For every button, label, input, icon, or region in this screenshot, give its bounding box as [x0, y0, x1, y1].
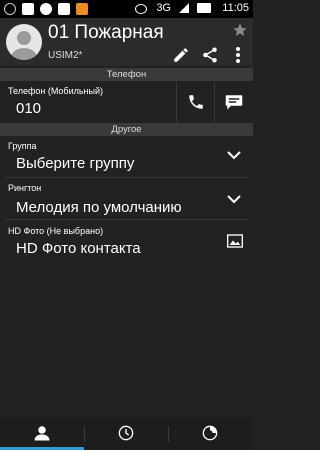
- divider: [6, 219, 247, 220]
- phone-row[interactable]: Телефон (Мобильный) 010: [0, 82, 253, 124]
- tab-contact[interactable]: [0, 418, 84, 450]
- person-icon: [11, 31, 37, 60]
- phone-icon: [189, 95, 203, 109]
- section-header-phone: Телефон: [0, 68, 253, 81]
- battery-icon: [197, 3, 211, 13]
- phone-label: Телефон (Мобильный): [8, 86, 104, 96]
- call-button[interactable]: [176, 82, 215, 122]
- network-type: 3G: [156, 2, 171, 14]
- clock: 11:05: [222, 2, 249, 14]
- phone-value: 010: [16, 100, 42, 117]
- edit-icon[interactable]: [172, 46, 190, 64]
- signal-icon: [179, 3, 189, 13]
- share-icon[interactable]: [201, 46, 219, 64]
- tab-call-history[interactable]: [85, 418, 169, 450]
- orange-app-icon: [76, 3, 88, 15]
- ringtone-value: Мелодия по умолчанию: [16, 199, 182, 216]
- navigation-icon: [40, 3, 52, 15]
- avatar[interactable]: [6, 24, 42, 60]
- group-row[interactable]: Группа Выберите группу: [0, 136, 253, 178]
- image-icon[interactable]: [227, 234, 243, 248]
- message-icon: [225, 95, 243, 110]
- person-icon: [34, 426, 50, 441]
- image-icon: [22, 3, 34, 15]
- pie-chart-icon: [202, 425, 218, 441]
- message-button[interactable]: [214, 82, 253, 122]
- app-86-icon: [58, 3, 70, 15]
- section-header-other: Другое: [0, 123, 253, 136]
- photo-label: HD Фото (Не выбрано): [8, 226, 104, 236]
- contact-header: 01 Пожарная USIM2*: [0, 18, 253, 66]
- chevron-down-icon[interactable]: [227, 194, 241, 204]
- more-options-icon[interactable]: [233, 45, 243, 65]
- status-bar: 3G 11:05: [0, 0, 253, 18]
- group-label: Группа: [8, 141, 37, 151]
- clock-icon: [118, 425, 134, 441]
- ringtone-row[interactable]: Рингтон Мелодия по умолчанию: [0, 178, 253, 220]
- photo-value: HD Фото контакта: [16, 240, 141, 257]
- star-icon[interactable]: [232, 22, 248, 38]
- ringtone-label: Рингтон: [8, 183, 42, 193]
- tab-statistics[interactable]: [169, 418, 253, 450]
- chevron-down-icon[interactable]: [227, 150, 241, 160]
- photo-row[interactable]: HD Фото (Не выбрано) HD Фото контакта: [0, 222, 253, 264]
- sync-icon: [4, 3, 16, 15]
- bottom-navigation: [0, 418, 253, 450]
- key-icon: [135, 4, 147, 14]
- contact-name: 01 Пожарная: [48, 22, 164, 43]
- account-label: USIM2*: [48, 50, 83, 61]
- group-value: Выберите группу: [16, 155, 135, 172]
